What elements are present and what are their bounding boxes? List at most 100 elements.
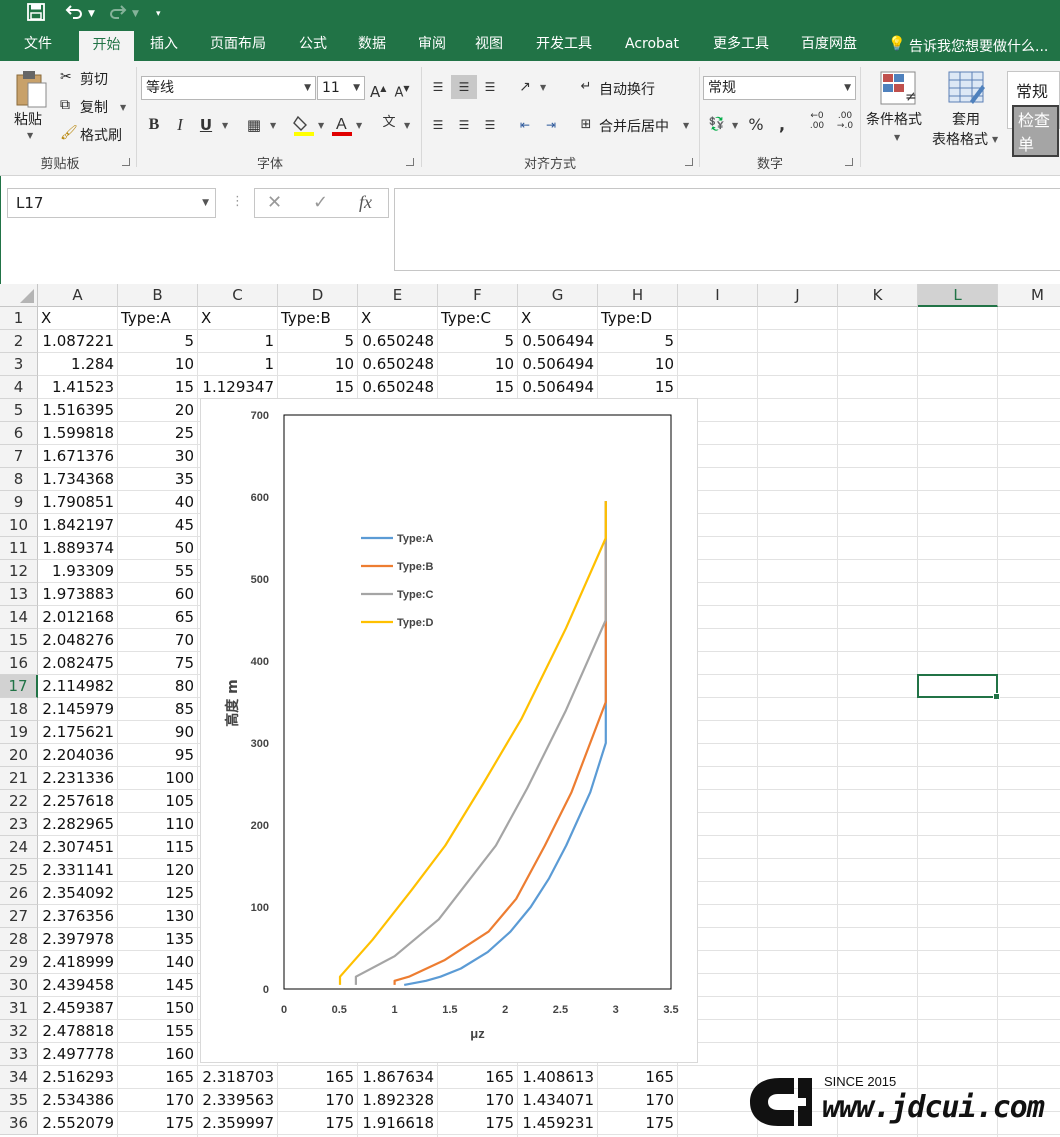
row-header[interactable]: 3 [0,353,38,376]
cancel-icon[interactable]: ✕ [267,192,282,213]
cell-a18[interactable]: 2.145979 [38,698,117,721]
cell-a15[interactable]: 2.048276 [38,629,117,652]
enter-icon[interactable]: ✓ [313,192,328,213]
cell-b28[interactable]: 135 [118,928,197,951]
row-header[interactable]: 4 [0,376,38,399]
cell-f36[interactable]: 175 [438,1112,517,1135]
row-header[interactable]: 35 [0,1089,38,1112]
row-header[interactable]: 8 [0,468,38,491]
tab-2[interactable]: 插入 [140,28,188,61]
cell-b12[interactable]: 55 [118,560,197,583]
row-header[interactable]: 30 [0,974,38,997]
border-icon[interactable]: ▦ [242,113,266,137]
formula-input[interactable] [394,188,1060,271]
row-header[interactable]: 2 [0,330,38,353]
cell-a14[interactable]: 2.012168 [38,606,117,629]
font-launcher-icon[interactable] [406,158,414,166]
cell-a3[interactable]: 1.284 [38,353,117,376]
row-header[interactable]: 28 [0,928,38,951]
column-header-j[interactable]: J [758,284,838,307]
cell-h4[interactable]: 15 [598,376,677,399]
cell-g3[interactable]: 0.506494 [518,353,597,376]
cell-b35[interactable]: 170 [118,1089,197,1112]
cell-b2[interactable]: 5 [118,330,197,353]
cell-a17[interactable]: 2.114982 [38,675,117,698]
column-header-b[interactable]: B [118,284,198,307]
row-header[interactable]: 19 [0,721,38,744]
tab-7[interactable]: 视图 [465,28,513,61]
cell-c1[interactable]: X [198,307,277,330]
cell-d34[interactable]: 165 [278,1066,357,1089]
tab-11[interactable]: 百度网盘 [791,28,867,61]
cell-b18[interactable]: 85 [118,698,197,721]
row-header[interactable]: 15 [0,629,38,652]
cell-a26[interactable]: 2.354092 [38,882,117,905]
row-header[interactable]: 21 [0,767,38,790]
format-as-table-top[interactable]: 套用 [952,109,980,129]
cell-a5[interactable]: 1.516395 [38,399,117,422]
align-left-icon[interactable]: ☰ [428,113,448,137]
accounting-dropdown-icon[interactable]: ▼ [732,121,738,130]
selected-cell[interactable] [917,674,1000,700]
accounting-format-icon[interactable]: 💱 [706,113,728,137]
cell-b31[interactable]: 150 [118,997,197,1020]
merge-center-icon[interactable]: ⊞ [576,113,596,137]
name-box[interactable]: L17 ▼ [7,188,216,218]
cell-d35[interactable]: 170 [278,1089,357,1112]
format-as-table-icon[interactable] [948,71,986,109]
redo-icon[interactable] [108,2,128,24]
tab-0[interactable]: 文件 [16,28,60,61]
cell-a21[interactable]: 2.231336 [38,767,117,790]
decrease-indent-icon[interactable]: ⇤ [514,113,536,137]
conditional-format-dropdown-icon[interactable]: ▼ [894,133,900,142]
cell-d1[interactable]: Type:B [278,307,357,330]
tab-6[interactable]: 审阅 [408,28,456,61]
paste-dropdown-icon[interactable]: ▼ [27,131,33,140]
row-header[interactable]: 32 [0,1020,38,1043]
clipboard-launcher-icon[interactable] [122,158,130,166]
cell-a22[interactable]: 2.257618 [38,790,117,813]
cell-a11[interactable]: 1.889374 [38,537,117,560]
cell-a10[interactable]: 1.842197 [38,514,117,537]
column-header-a[interactable]: A [38,284,118,307]
cell-f2[interactable]: 5 [438,330,517,353]
percent-icon[interactable]: % [746,113,766,137]
format-painter-icon[interactable]: 🖌 [60,125,78,141]
cell-f4[interactable]: 15 [438,376,517,399]
cell-h35[interactable]: 170 [598,1089,677,1112]
undo-icon[interactable] [64,2,84,24]
column-header-e[interactable]: E [358,284,438,307]
cell-g36[interactable]: 1.459231 [518,1112,597,1135]
number-launcher-icon[interactable] [845,158,853,166]
row-header[interactable]: 24 [0,836,38,859]
cell-a24[interactable]: 2.307451 [38,836,117,859]
underline-dropdown-icon[interactable]: ▼ [222,121,228,130]
column-header-l[interactable]: L [918,284,998,307]
cell-b32[interactable]: 155 [118,1020,197,1043]
cell-b8[interactable]: 35 [118,468,197,491]
number-format-combo[interactable]: 常规 ▼ [703,76,856,100]
cell-d2[interactable]: 5 [278,330,357,353]
row-header[interactable]: 23 [0,813,38,836]
font-size-combo[interactable]: 11 ▼ [317,76,365,100]
border-dropdown-icon[interactable]: ▼ [270,121,276,130]
row-header[interactable]: 36 [0,1112,38,1135]
cell-b7[interactable]: 30 [118,445,197,468]
format-as-table-bottom[interactable]: 表格格式 [932,129,988,149]
cell-b19[interactable]: 90 [118,721,197,744]
cell-c35[interactable]: 2.339563 [198,1089,277,1112]
cell-styles-gallery[interactable]: 常规 检查单 [1007,71,1060,157]
decrease-font-icon[interactable]: A▼ [394,77,410,101]
phonetic-icon[interactable]: 文 [378,111,400,135]
merge-center-button[interactable]: 合并后居中 [599,116,669,136]
font-color-dropdown-icon[interactable]: ▼ [356,121,362,130]
insert-function-icon[interactable]: fx [359,192,372,213]
cell-e36[interactable]: 1.916618 [358,1112,437,1135]
cell-a6[interactable]: 1.599818 [38,422,117,445]
row-header[interactable]: 33 [0,1043,38,1066]
copy-dropdown-icon[interactable]: ▼ [120,103,126,112]
increase-font-icon[interactable]: A▲ [370,77,386,101]
cell-e2[interactable]: 0.650248 [358,330,437,353]
bold-icon[interactable]: B [146,113,162,137]
row-header[interactable]: 25 [0,859,38,882]
